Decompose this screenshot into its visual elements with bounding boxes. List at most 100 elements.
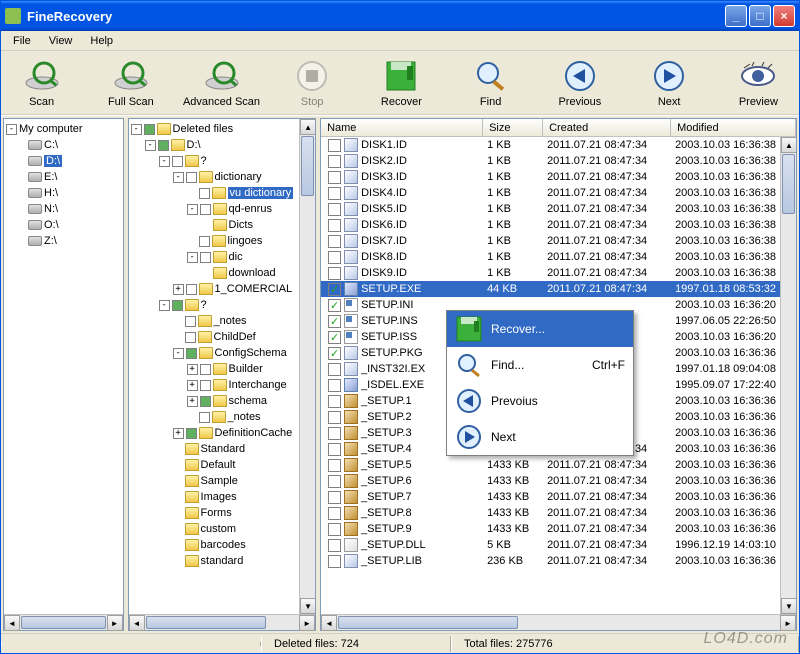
row-checkbox[interactable] (328, 395, 341, 408)
file-hscroll[interactable]: ◄► (321, 614, 796, 630)
file-icon (344, 538, 358, 552)
row-checkbox[interactable] (328, 523, 341, 536)
menu-view[interactable]: View (41, 33, 81, 49)
file-vscroll[interactable]: ▲▼ (780, 137, 796, 614)
row-checkbox[interactable] (328, 459, 341, 472)
ctx-find[interactable]: Find... Ctrl+F (447, 347, 633, 383)
ctx-next[interactable]: Next (447, 419, 633, 455)
title-bar[interactable]: FineRecovery _ □ × (1, 1, 799, 31)
file-icon (344, 138, 358, 152)
drives-root[interactable]: -My computer (6, 121, 121, 137)
drives-tree[interactable]: -My computer C:\D:\E:\H:\N:\O:\Z:\ (4, 119, 123, 614)
table-row[interactable]: DISK7.ID 1 KB 2011.07.21 08:47:34 2003.1… (321, 233, 780, 249)
row-checkbox[interactable] (328, 443, 341, 456)
drive-item[interactable]: E:\ (6, 169, 121, 185)
row-checkbox[interactable] (328, 187, 341, 200)
table-row[interactable]: DISK1.ID 1 KB 2011.07.21 08:47:34 2003.1… (321, 137, 780, 153)
file-icon (344, 234, 358, 248)
preview-icon (740, 58, 776, 94)
row-checkbox[interactable] (328, 139, 341, 152)
find-button[interactable]: Find (458, 58, 523, 108)
row-checkbox[interactable] (328, 235, 341, 248)
previous-label: Previous (558, 96, 601, 108)
fullscan-button[interactable]: Full Scan (98, 58, 163, 108)
row-checkbox[interactable]: ✓ (328, 331, 341, 344)
row-checkbox[interactable] (328, 475, 341, 488)
row-checkbox[interactable] (328, 219, 341, 232)
table-row[interactable]: _SETUP.7 1433 KB 2011.07.21 08:47:34 200… (321, 489, 780, 505)
stop-button[interactable]: Stop (280, 58, 345, 108)
drive-item[interactable]: O:\ (6, 217, 121, 233)
file-icon (344, 522, 358, 536)
previous-button[interactable]: Previous (547, 58, 612, 108)
row-checkbox[interactable]: ✓ (328, 283, 341, 296)
table-row[interactable]: DISK3.ID 1 KB 2011.07.21 08:47:34 2003.1… (321, 169, 780, 185)
folder-tree[interactable]: -Deleted files -D:\ -? -dictionary vu di… (129, 119, 300, 614)
col-created[interactable]: Created (543, 119, 671, 136)
menu-bar: File View Help (1, 31, 799, 51)
tree-hscroll[interactable]: ◄► (129, 614, 316, 630)
advscan-label: Advanced Scan (183, 96, 260, 108)
recover-label: Recover (381, 96, 422, 108)
table-row[interactable]: DISK4.ID 1 KB 2011.07.21 08:47:34 2003.1… (321, 185, 780, 201)
menu-file[interactable]: File (5, 33, 39, 49)
table-row[interactable]: DISK6.ID 1 KB 2011.07.21 08:47:34 2003.1… (321, 217, 780, 233)
minimize-button[interactable]: _ (725, 5, 747, 27)
drive-item[interactable]: H:\ (6, 185, 121, 201)
row-checkbox[interactable] (328, 155, 341, 168)
row-checkbox[interactable] (328, 267, 341, 280)
drive-icon (28, 188, 42, 198)
file-list-header[interactable]: Name Size Created Modified (321, 119, 796, 137)
watermark: LO4D.com (704, 630, 788, 648)
row-checkbox[interactable]: ✓ (328, 299, 341, 312)
row-checkbox[interactable] (328, 363, 341, 376)
table-row[interactable]: _SETUP.6 1433 KB 2011.07.21 08:47:34 200… (321, 473, 780, 489)
row-checkbox[interactable] (328, 427, 341, 440)
scan-button[interactable]: Scan (9, 58, 74, 108)
next-button[interactable]: Next (637, 58, 702, 108)
advscan-button[interactable]: Advanced Scan (188, 58, 256, 108)
drive-item[interactable]: Z:\ (6, 233, 121, 249)
maximize-button[interactable]: □ (749, 5, 771, 27)
file-icon (344, 218, 358, 232)
ctx-previous[interactable]: Prevoius (447, 383, 633, 419)
row-checkbox[interactable] (328, 507, 341, 520)
row-checkbox[interactable]: ✓ (328, 347, 341, 360)
table-row[interactable]: DISK2.ID 1 KB 2011.07.21 08:47:34 2003.1… (321, 153, 780, 169)
table-row[interactable]: _SETUP.LIB 236 KB 2011.07.21 08:47:34 20… (321, 553, 780, 569)
col-size[interactable]: Size (483, 119, 543, 136)
close-button[interactable]: × (773, 5, 795, 27)
row-checkbox[interactable] (328, 411, 341, 424)
row-checkbox[interactable] (328, 539, 341, 552)
table-row[interactable]: _SETUP.8 1433 KB 2011.07.21 08:47:34 200… (321, 505, 780, 521)
row-checkbox[interactable] (328, 379, 341, 392)
drives-hscroll[interactable]: ◄► (4, 614, 123, 630)
scan-icon (24, 58, 60, 94)
recover-button[interactable]: Recover (369, 58, 434, 108)
col-modified[interactable]: Modified (671, 119, 796, 136)
drive-item[interactable]: N:\ (6, 201, 121, 217)
file-icon (344, 346, 358, 360)
row-checkbox[interactable] (328, 491, 341, 504)
table-row[interactable]: _SETUP.9 1433 KB 2011.07.21 08:47:34 200… (321, 521, 780, 537)
row-checkbox[interactable] (328, 203, 341, 216)
menu-help[interactable]: Help (82, 33, 121, 49)
table-row[interactable]: DISK5.ID 1 KB 2011.07.21 08:47:34 2003.1… (321, 201, 780, 217)
drive-item[interactable]: D:\ (6, 153, 121, 169)
table-row[interactable]: _SETUP.DLL 5 KB 2011.07.21 08:47:34 1996… (321, 537, 780, 553)
table-row[interactable]: ✓SETUP.EXE 44 KB 2011.07.21 08:47:34 199… (321, 281, 780, 297)
row-checkbox[interactable] (328, 555, 341, 568)
row-checkbox[interactable]: ✓ (328, 315, 341, 328)
ctx-recover[interactable]: Recover... (447, 311, 633, 347)
table-row[interactable]: DISK8.ID 1 KB 2011.07.21 08:47:34 2003.1… (321, 249, 780, 265)
table-row[interactable]: _SETUP.5 1433 KB 2011.07.21 08:47:34 200… (321, 457, 780, 473)
table-row[interactable]: DISK9.ID 1 KB 2011.07.21 08:47:34 2003.1… (321, 265, 780, 281)
preview-button[interactable]: Preview (726, 58, 791, 108)
row-checkbox[interactable] (328, 171, 341, 184)
drive-item[interactable]: C:\ (6, 137, 121, 153)
col-name[interactable]: Name (321, 119, 483, 136)
row-checkbox[interactable] (328, 251, 341, 264)
file-icon (344, 378, 358, 392)
file-icon (344, 426, 358, 440)
tree-vscroll[interactable]: ▲▼ (299, 119, 315, 614)
